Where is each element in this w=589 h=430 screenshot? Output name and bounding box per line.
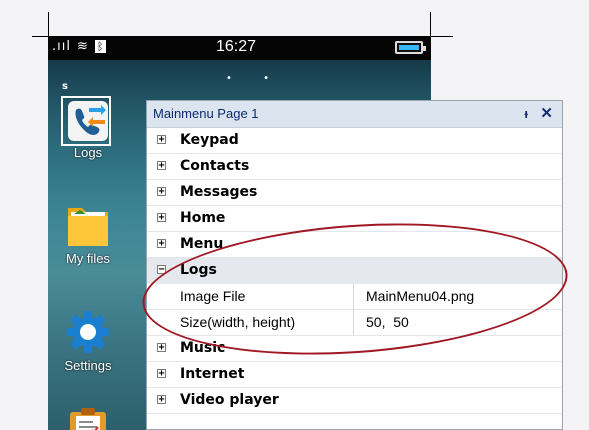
category-label: Messages: [180, 184, 258, 200]
expand-icon[interactable]: +: [157, 343, 166, 353]
category-label: Internet: [180, 366, 245, 382]
app-my-files[interactable]: My files: [56, 202, 120, 266]
category-internet[interactable]: + Internet: [147, 362, 562, 388]
expand-icon[interactable]: +: [157, 239, 166, 249]
crop-mark-right-horizontal: [431, 36, 453, 37]
category-contacts[interactable]: + Contacts: [147, 154, 562, 180]
expand-icon[interactable]: +: [157, 187, 166, 197]
app-label-settings: Settings: [64, 358, 112, 373]
crop-mark-right-vertical: [430, 12, 431, 36]
category-messages[interactable]: + Messages: [147, 180, 562, 206]
app-logs[interactable]: Logs: [56, 100, 120, 160]
category-keypad[interactable]: + Keypad: [147, 128, 562, 154]
app-label-logs: Logs: [73, 145, 103, 160]
crop-mark-left-vertical: [48, 12, 49, 36]
bluetooth-icon: ᛒ: [94, 40, 107, 53]
clipboard-icon: [70, 408, 106, 430]
pin-icon[interactable]: ᵼ: [524, 101, 528, 127]
app-label-my-files: My files: [65, 251, 111, 266]
category-label: Home: [180, 210, 226, 226]
category-video-player[interactable]: + Video player: [147, 388, 562, 414]
folder-icon: [68, 208, 108, 246]
logs-phone-arrows-icon: [68, 101, 108, 141]
page-indicator[interactable]: • •: [226, 73, 283, 84]
gear-icon: [67, 311, 109, 353]
panel-title: Mainmenu Page 1: [153, 106, 259, 121]
section-letter: s: [62, 81, 68, 92]
category-label: Video player: [180, 392, 279, 408]
panel-header: Mainmenu Page 1 ᵼ ✕: [147, 101, 562, 128]
crop-mark-left-horizontal: [32, 36, 48, 37]
app-clipboard[interactable]: [56, 408, 120, 430]
expand-icon[interactable]: +: [157, 369, 166, 379]
expand-icon[interactable]: +: [157, 213, 166, 223]
expand-icon[interactable]: +: [157, 135, 166, 145]
signal-icon: .ııl: [52, 39, 71, 54]
battery-icon: [395, 41, 426, 54]
close-icon[interactable]: ✕: [540, 101, 553, 127]
wifi-icon: ≋: [76, 39, 89, 54]
app-settings[interactable]: Settings: [56, 309, 120, 373]
category-label: Contacts: [180, 158, 250, 174]
expand-icon[interactable]: +: [157, 395, 166, 405]
category-label: Keypad: [180, 132, 239, 148]
status-bar: .ııl ≋ ᛒ 16:27: [48, 36, 431, 60]
expand-icon[interactable]: +: [157, 161, 166, 171]
clock: 16:27: [216, 38, 257, 55]
